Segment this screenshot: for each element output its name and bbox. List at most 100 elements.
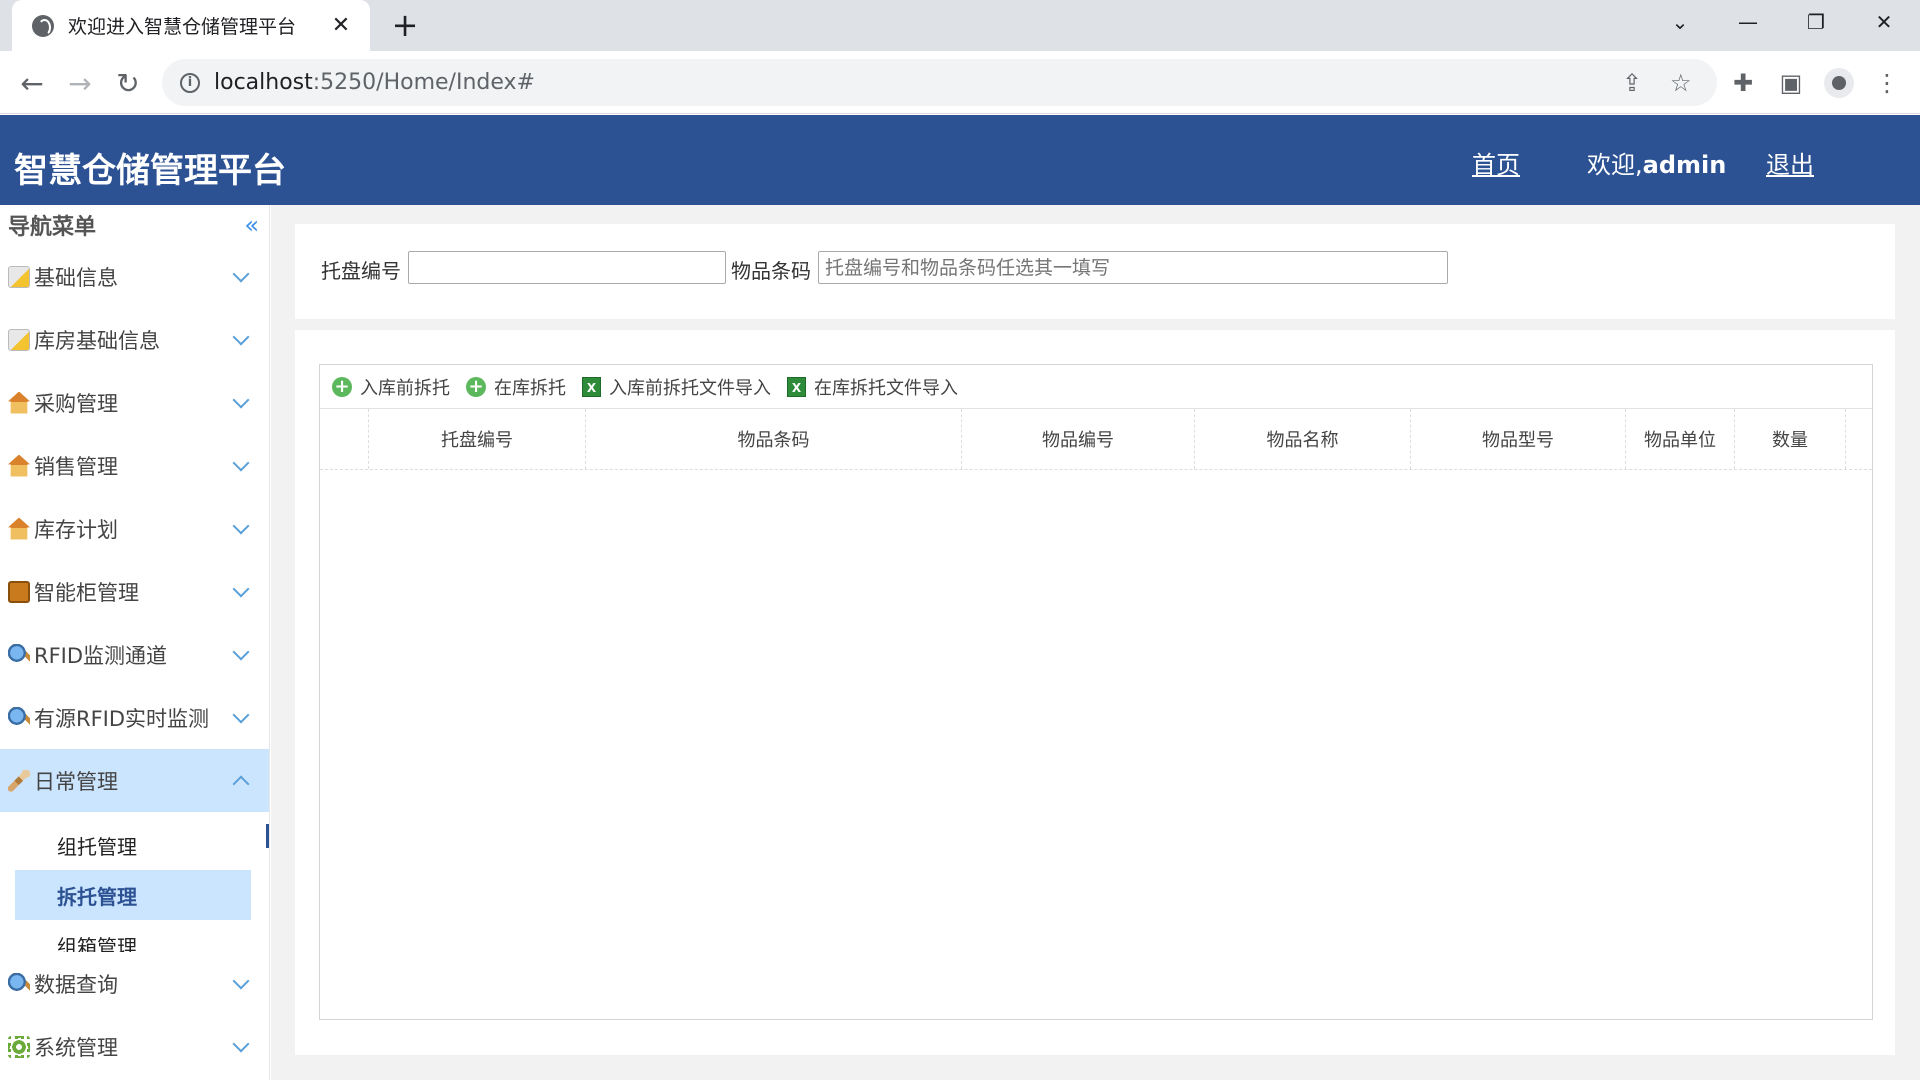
- browser-tab[interactable]: 欢迎进入智慧仓储管理平台 ✕: [12, 0, 370, 51]
- button-label: 在库拆托文件导入: [814, 377, 958, 399]
- add-icon: +: [332, 376, 352, 397]
- tab-title: 欢迎进入智慧仓储管理平台: [68, 16, 297, 38]
- pallet-number-input[interactable]: [408, 251, 726, 284]
- sidebar-item-smart-cabinet[interactable]: 智能柜管理: [0, 560, 269, 623]
- sidebar-nav: 导航菜单 « 基础信息 库房基础信息 采购管理 销售管理 库存计划 智能柜管理 …: [0, 205, 270, 1080]
- sidebar-item-label: 有源RFID实时监测: [34, 706, 210, 731]
- submenu-item-depalletize[interactable]: 拆托管理: [15, 870, 251, 920]
- button-label: 在库拆托: [494, 377, 566, 399]
- column-header-item-number[interactable]: 物品编号: [962, 409, 1195, 469]
- magnifier-icon: [8, 706, 30, 729]
- browser-toolbar: ← → ↻ i localhost:5250/Home/Index# ⇪ ☆ ✚…: [0, 51, 1920, 114]
- address-bar[interactable]: i localhost:5250/Home/Index# ⇪ ☆: [162, 59, 1717, 106]
- reload-icon[interactable]: ↻: [108, 63, 148, 103]
- pallet-number-label: 托盘编号: [321, 259, 401, 283]
- magnifier-icon: [8, 972, 30, 995]
- new-tab-button[interactable]: +: [388, 8, 422, 42]
- column-header-item-name[interactable]: 物品名称: [1195, 409, 1411, 469]
- sidebar-item-daily-management[interactable]: 日常管理: [0, 749, 269, 812]
- sidebar-item-basic-info[interactable]: 基础信息: [0, 245, 269, 308]
- chevron-down-icon: [232, 972, 250, 989]
- sidebar-item-label: 库房基础信息: [34, 328, 160, 353]
- item-barcode-label: 物品条码: [731, 259, 811, 283]
- chevron-down-icon: [232, 391, 250, 408]
- sidebar-item-label: 销售管理: [34, 454, 118, 479]
- collapse-sidebar-icon[interactable]: «: [244, 211, 259, 239]
- import-in-stock-file-button[interactable]: X 在库拆托文件导入: [787, 374, 958, 400]
- minimize-icon[interactable]: —: [1718, 0, 1778, 44]
- row-number-header: [320, 409, 369, 469]
- chevron-down-icon: [232, 454, 250, 471]
- chevron-down-icon: [232, 706, 250, 723]
- globe-icon: [32, 14, 54, 37]
- sidebar-item-label: RFID监测通道: [34, 643, 168, 668]
- back-icon[interactable]: ←: [12, 63, 52, 103]
- sidebar-item-sales[interactable]: 销售管理: [0, 434, 269, 497]
- window-close-icon[interactable]: ✕: [1854, 0, 1914, 44]
- tab-close-icon[interactable]: ✕: [330, 13, 352, 38]
- sidebar-item-label: 日常管理: [34, 769, 118, 794]
- depalletize-before-stock-in-button[interactable]: + 入库前拆托: [332, 374, 450, 400]
- grid-header-row: 托盘编号 物品条码 物品编号 物品名称 物品型号 物品单位 数量: [320, 409, 1872, 470]
- wrench-icon: [8, 769, 30, 792]
- excel-icon: X: [787, 376, 806, 397]
- sidebar-item-purchase[interactable]: 采购管理: [0, 371, 269, 434]
- column-header-item-model[interactable]: 物品型号: [1411, 409, 1626, 469]
- chevron-down-icon: [232, 1035, 250, 1052]
- profile-avatar-icon[interactable]: [1824, 68, 1854, 98]
- home-link[interactable]: 首页: [1472, 145, 1520, 180]
- sidebar-item-label: 系统管理: [34, 1035, 118, 1060]
- sidebar-item-rfid-channel[interactable]: RFID监测通道: [0, 623, 269, 686]
- extensions-icon[interactable]: ✚: [1728, 68, 1758, 98]
- forward-icon[interactable]: →: [60, 63, 100, 103]
- sidebar-item-data-query[interactable]: 数据查询: [0, 952, 269, 1015]
- button-label: 入库前拆托: [360, 377, 450, 399]
- sidebar-item-warehouse-info[interactable]: 库房基础信息: [0, 308, 269, 371]
- chevron-down-icon: [232, 517, 250, 534]
- house-icon: [8, 454, 30, 477]
- data-grid: + 入库前拆托 + 在库拆托 X 入库前拆托文件导入 X 在库拆托文件导入 托盘…: [319, 364, 1873, 1020]
- url-text: localhost:5250/Home/Index#: [214, 70, 535, 95]
- menu-kebab-icon[interactable]: ⋮: [1872, 68, 1902, 98]
- document-icon: [8, 265, 30, 288]
- submenu-daily-management: 组托管理 拆托管理 组箱管理: [0, 812, 269, 952]
- restore-icon[interactable]: ❐: [1786, 0, 1846, 44]
- submenu-item-boxing[interactable]: 组箱管理: [15, 920, 251, 953]
- sidebar-header: 导航菜单 «: [0, 205, 269, 245]
- sidebar-item-inventory-plan[interactable]: 库存计划: [0, 497, 269, 560]
- site-info-icon[interactable]: i: [180, 72, 200, 93]
- column-header-quantity[interactable]: 数量: [1735, 409, 1846, 469]
- browser-tabstrip: 欢迎进入智慧仓储管理平台 ✕ + ⌄ — ❐ ✕: [0, 0, 1920, 51]
- house-icon: [8, 517, 30, 540]
- grid-toolbar: + 入库前拆托 + 在库拆托 X 入库前拆托文件导入 X 在库拆托文件导入: [320, 365, 1872, 409]
- bookmark-star-icon[interactable]: ☆: [1670, 69, 1692, 97]
- chevron-down-icon: [232, 580, 250, 597]
- excel-icon: X: [582, 376, 601, 397]
- add-icon: +: [466, 376, 486, 397]
- sidebar-item-label: 采购管理: [34, 391, 118, 416]
- document-icon: [8, 328, 30, 351]
- column-header-item-barcode[interactable]: 物品条码: [586, 409, 962, 469]
- search-panel: 托盘编号 物品条码: [295, 224, 1895, 319]
- gear-icon: [8, 1035, 30, 1058]
- tab-search-icon[interactable]: ⌄: [1650, 0, 1710, 44]
- sidebar-item-active-rfid[interactable]: 有源RFID实时监测: [0, 686, 269, 749]
- share-icon[interactable]: ⇪: [1622, 69, 1642, 97]
- item-barcode-input[interactable]: [818, 251, 1448, 284]
- side-panel-icon[interactable]: ▣: [1776, 68, 1806, 98]
- magnifier-icon: [8, 643, 30, 666]
- depalletize-in-stock-button[interactable]: + 在库拆托: [466, 374, 566, 400]
- import-before-stock-in-file-button[interactable]: X 入库前拆托文件导入: [582, 374, 771, 400]
- username: admin: [1642, 151, 1727, 179]
- chevron-down-icon: [232, 265, 250, 282]
- column-header-pallet-number[interactable]: 托盘编号: [369, 409, 586, 469]
- sidebar-item-label: 智能柜管理: [34, 580, 139, 605]
- sidebar-title: 导航菜单: [8, 215, 97, 240]
- submenu-item-palletize[interactable]: 组托管理: [15, 820, 251, 870]
- submenu-scrollbar[interactable]: [266, 824, 269, 848]
- sidebar-item-system[interactable]: 系统管理: [0, 1015, 269, 1078]
- chevron-up-icon: [232, 775, 250, 792]
- logout-link[interactable]: 退出: [1766, 145, 1814, 180]
- column-header-item-unit[interactable]: 物品单位: [1626, 409, 1735, 469]
- button-label: 入库前拆托文件导入: [609, 377, 771, 399]
